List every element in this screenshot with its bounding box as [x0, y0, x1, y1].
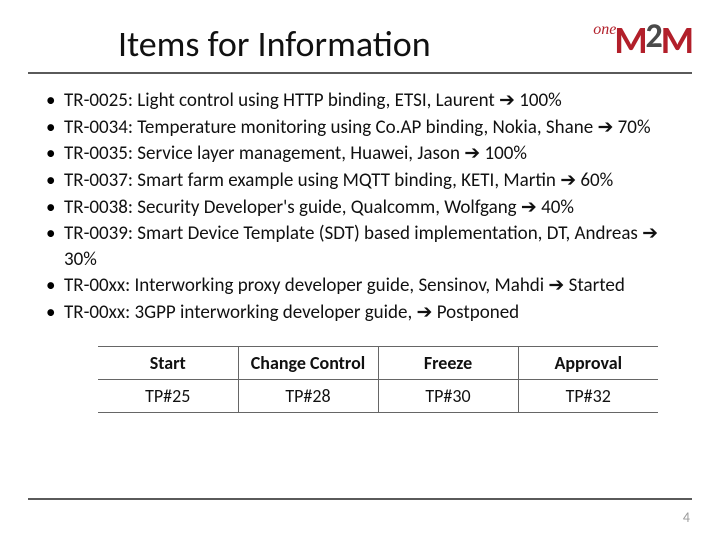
list-item: TR-0038: Security Developer's guide, Qua… — [46, 195, 692, 221]
logo-one-text: one — [593, 22, 616, 38]
milestone-table: Start Change Control Freeze Approval TP#… — [98, 346, 658, 413]
col-freeze: Freeze — [378, 346, 518, 379]
list-item: TR-0034: Temperature monitoring using Co… — [46, 115, 692, 141]
header: Items for Information one M2M — [28, 22, 692, 74]
onem2m-logo: one M2M — [593, 22, 692, 59]
cell-approval: TP#32 — [518, 379, 658, 412]
list-item: TR-0035: Service layer management, Huawe… — [46, 141, 692, 167]
page-number: 4 — [683, 509, 690, 526]
list-item: TR-00xx: Interworking proxy developer gu… — [46, 273, 692, 299]
list-item: TR-00xx: 3GPP interworking developer gui… — [46, 300, 692, 326]
list-item: TR-0037: Smart farm example using MQTT b… — [46, 168, 692, 194]
list-item: TR-0025: Light control using HTTP bindin… — [46, 88, 692, 114]
table-row: TP#25 TP#28 TP#30 TP#32 — [98, 379, 658, 412]
logo-m2m-text: M2M — [614, 24, 692, 59]
cell-change-control: TP#28 — [238, 379, 378, 412]
col-start: Start — [98, 346, 238, 379]
item-list: TR-0025: Light control using HTTP bindin… — [28, 88, 692, 326]
col-approval: Approval — [518, 346, 658, 379]
col-change-control: Change Control — [238, 346, 378, 379]
page-title: Items for Information — [118, 22, 431, 66]
cell-freeze: TP#30 — [378, 379, 518, 412]
table-header-row: Start Change Control Freeze Approval — [98, 346, 658, 379]
footer-divider — [28, 498, 692, 500]
milestone-table-wrap: Start Change Control Freeze Approval TP#… — [98, 346, 672, 413]
list-item: TR-0039: Smart Device Template (SDT) bas… — [46, 221, 692, 272]
slide: Items for Information one M2M TR-0025: L… — [0, 0, 720, 540]
cell-start: TP#25 — [98, 379, 238, 412]
